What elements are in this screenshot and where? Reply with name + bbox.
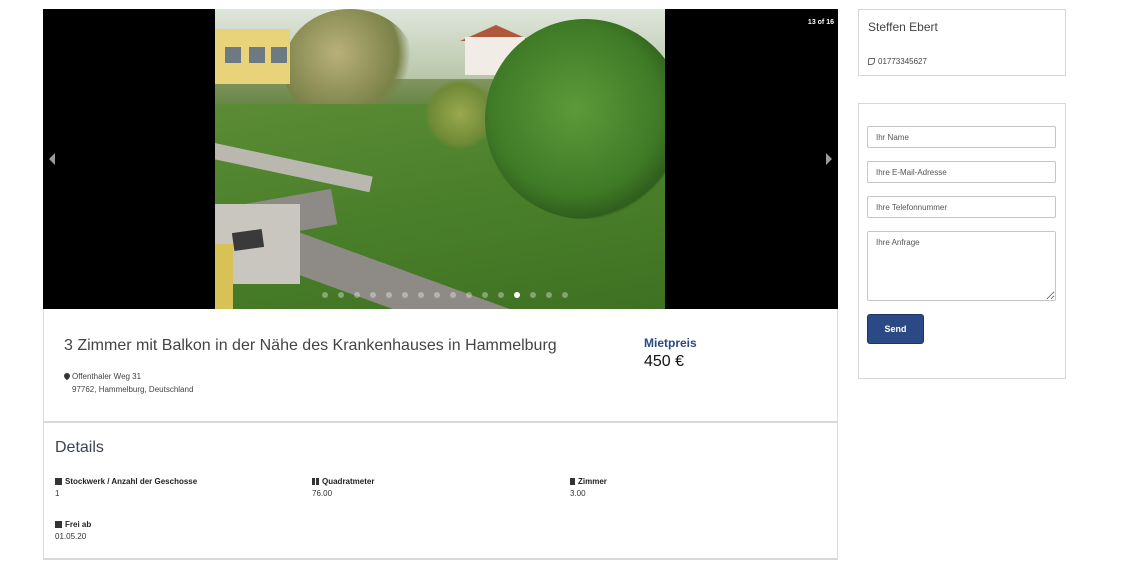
phone-number: 01773345627 bbox=[878, 57, 927, 66]
calendar-icon bbox=[55, 521, 62, 528]
slide-counter: 13 of 16 bbox=[807, 19, 834, 26]
listing-summary: 3 Zimmer mit Balkon in der Nähe des Kran… bbox=[43, 309, 838, 423]
slide-dot[interactable] bbox=[338, 292, 344, 298]
detail-value: 1 bbox=[55, 489, 60, 498]
detail-value: 01.05.20 bbox=[55, 532, 87, 541]
listing-title: 3 Zimmer mit Balkon in der Nähe des Kran… bbox=[64, 337, 557, 354]
slide-dot[interactable] bbox=[514, 292, 520, 298]
slide-dot[interactable] bbox=[498, 292, 504, 298]
slide-dot[interactable] bbox=[354, 292, 360, 298]
detail-label: Stockwerk / Anzahl der Geschosse bbox=[65, 477, 198, 486]
inquiry-form: Send bbox=[858, 103, 1066, 379]
slide-dot[interactable] bbox=[530, 292, 536, 298]
image-gallery[interactable]: 13 of 16 bbox=[43, 9, 838, 309]
slide-dot[interactable] bbox=[466, 292, 472, 298]
chevron-left-icon[interactable] bbox=[49, 153, 55, 165]
price-value: 450 € bbox=[644, 353, 685, 370]
listing-photo bbox=[215, 9, 665, 309]
slide-dot[interactable] bbox=[386, 292, 392, 298]
listing-main: 13 of 16 3 Zimmer mit Balkon in der Nähe… bbox=[43, 9, 838, 560]
address-line2: 97762, Hammelburg, Deutschland bbox=[72, 385, 194, 394]
detail-area: Quadratmeter 76.00 bbox=[312, 477, 374, 498]
name-field[interactable] bbox=[867, 126, 1056, 148]
detail-label: Zimmer bbox=[578, 477, 607, 486]
slide-dots bbox=[322, 292, 568, 298]
slide-dot[interactable] bbox=[546, 292, 552, 298]
agent-phone[interactable]: 01773345627 bbox=[868, 57, 927, 66]
slide-dot[interactable] bbox=[418, 292, 424, 298]
layers-icon bbox=[55, 478, 62, 485]
slide-dot[interactable] bbox=[562, 292, 568, 298]
details-heading: Details bbox=[55, 439, 104, 456]
details-section: Details Stockwerk / Anzahl der Geschosse… bbox=[43, 423, 838, 560]
detail-label: Frei ab bbox=[65, 520, 92, 529]
detail-available: Frei ab 01.05.20 bbox=[55, 520, 91, 541]
detail-rooms: Zimmer 3.00 bbox=[570, 477, 607, 498]
slide-dot[interactable] bbox=[322, 292, 328, 298]
agent-name: Steffen Ebert bbox=[868, 20, 938, 34]
contact-card: Steffen Ebert 01773345627 bbox=[858, 9, 1066, 76]
message-field[interactable] bbox=[867, 231, 1056, 301]
detail-floor: Stockwerk / Anzahl der Geschosse 1 bbox=[55, 477, 197, 498]
price-label: Mietpreis bbox=[644, 336, 697, 350]
door-icon bbox=[570, 478, 575, 485]
detail-value: 3.00 bbox=[570, 489, 586, 498]
phone-icon bbox=[868, 58, 875, 66]
slide-dot[interactable] bbox=[402, 292, 408, 298]
slide-dot[interactable] bbox=[434, 292, 440, 298]
slide-dot[interactable] bbox=[370, 292, 376, 298]
detail-label: Quadratmeter bbox=[322, 477, 375, 486]
email-field[interactable] bbox=[867, 161, 1056, 183]
phone-field[interactable] bbox=[867, 196, 1056, 218]
listing-address: Offenthaler Weg 31 97762, Hammelburg, De… bbox=[62, 370, 194, 396]
address-line1: Offenthaler Weg 31 bbox=[72, 372, 142, 381]
detail-value: 76.00 bbox=[312, 489, 333, 498]
slide-dot[interactable] bbox=[482, 292, 488, 298]
slide-dot[interactable] bbox=[450, 292, 456, 298]
grid-icon bbox=[312, 478, 319, 485]
map-pin-icon bbox=[62, 371, 72, 381]
chevron-right-icon[interactable] bbox=[826, 153, 832, 165]
send-button[interactable]: Send bbox=[867, 314, 924, 344]
